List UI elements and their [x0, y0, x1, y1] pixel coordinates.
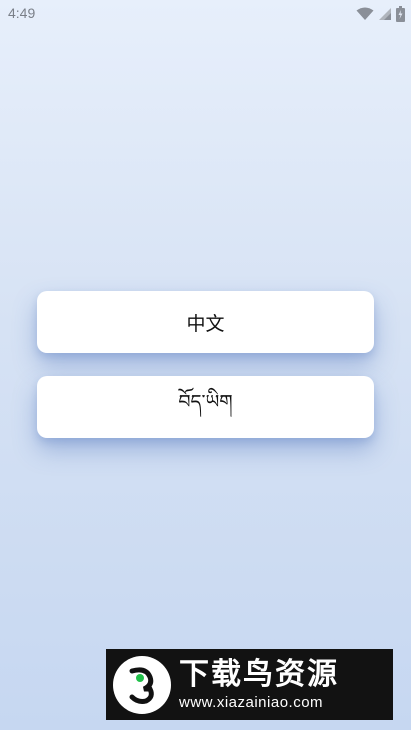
status-time: 4:49	[8, 5, 36, 21]
wifi-icon	[356, 7, 374, 21]
status-icons	[356, 5, 405, 23]
signal-icon	[378, 7, 392, 21]
tibetan-language-label: བོད་ཡིག	[178, 391, 233, 413]
watermark-url: www.xiazainiao.com	[179, 694, 324, 711]
chinese-language-label: 中文	[186, 312, 225, 335]
watermark-banner: 下载鸟资源 www.xiazainiao.com	[106, 649, 393, 720]
bird-logo-icon	[113, 655, 171, 714]
battery-icon	[396, 6, 405, 22]
watermark-text: 下载鸟资源 www.xiazainiao.com	[179, 657, 339, 712]
watermark-title: 下载鸟资源	[179, 657, 339, 692]
status-bar: 4:49	[0, 0, 411, 28]
chinese-language-button[interactable]: 中文	[37, 291, 374, 353]
tibetan-language-button[interactable]: བོད་ཡིག	[37, 376, 374, 438]
